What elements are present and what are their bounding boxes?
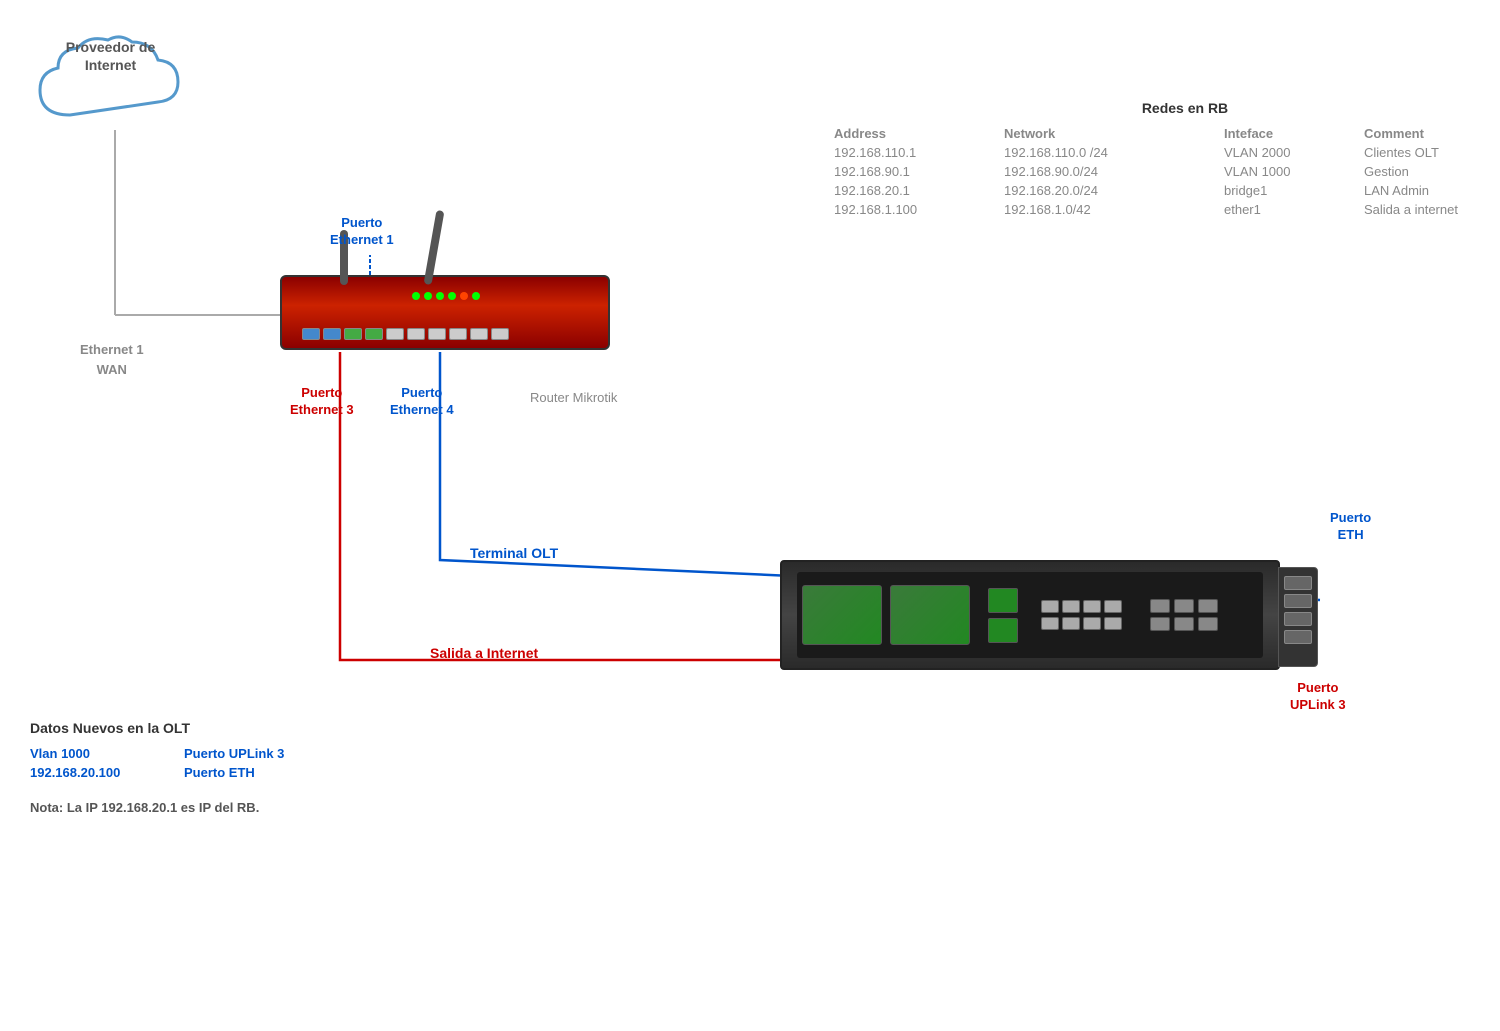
olt-right-port-4: [1284, 630, 1312, 644]
router-port-9: [470, 328, 488, 340]
puerto-uplink3-label: Puerto UPLink 3: [1290, 680, 1346, 714]
row4-interface: ether1: [1220, 200, 1360, 219]
nota-text: Nota: La IP 192.168.20.1 es IP del RB.: [30, 800, 259, 815]
datos-row1-col1: Vlan 1000: [30, 746, 180, 761]
router-leds: [412, 292, 480, 300]
olt-sfp-2: [988, 618, 1018, 643]
datos-row1-col2: Puerto UPLink 3: [184, 746, 384, 761]
cloud-text-line1: Proveedor de: [66, 39, 155, 55]
olt-device: [780, 560, 1280, 670]
terminal-olt-label: Terminal OLT: [470, 545, 558, 561]
datos-row-2: 192.168.20.100 Puerto ETH: [30, 765, 384, 780]
header-comment: Comment: [1360, 124, 1500, 143]
diagram-container: Proveedor de Internet Ethernet 1 WAN: [0, 0, 1500, 1031]
router-port-7: [428, 328, 446, 340]
datos-nuevos-section: Datos Nuevos en la OLT Vlan 1000 Puerto …: [30, 720, 384, 784]
olt-sfp-1: [988, 588, 1018, 613]
header-network: Network: [1000, 124, 1220, 143]
router-port-8: [449, 328, 467, 340]
row2-comment: Gestion: [1360, 162, 1500, 181]
olt-port-row-2: [1041, 617, 1122, 630]
row3-address: 192.168.20.1: [830, 181, 1000, 200]
row1-interface: VLAN 2000: [1220, 143, 1360, 162]
row4-network: 192.168.1.0/42: [1000, 200, 1220, 219]
row3-network: 192.168.20.0/24: [1000, 181, 1220, 200]
router-led-6: [472, 292, 480, 300]
olt-port-row-1: [1041, 600, 1122, 613]
router-port-3: [344, 328, 362, 340]
router-port-10: [491, 328, 509, 340]
datos-row2-col2: Puerto ETH: [184, 765, 384, 780]
header-address: Address: [830, 124, 1000, 143]
puerto-eth3-label: Puerto Ethernet 3: [290, 385, 354, 419]
router-port-5: [386, 328, 404, 340]
olt-sfp-section: [988, 588, 1018, 643]
router-led-4: [448, 292, 456, 300]
olt-eth-ports: [1150, 599, 1218, 631]
router-led-2: [424, 292, 432, 300]
olt-right-port-1: [1284, 576, 1312, 590]
redes-rb-table: Address Network Inteface Comment 192.168…: [830, 124, 1500, 219]
olt-right-port-3: [1284, 612, 1312, 626]
wan-text: WAN: [80, 360, 144, 380]
row2-network: 192.168.90.0/24: [1000, 162, 1220, 181]
cloud-label: Proveedor de Internet: [38, 38, 183, 74]
router-ports: [302, 328, 598, 340]
router-port-2: [323, 328, 341, 340]
router-led-3: [436, 292, 444, 300]
router-led-5: [460, 292, 468, 300]
row2-interface: VLAN 1000: [1220, 162, 1360, 181]
router-device: [280, 275, 610, 350]
puerto-eth4-label: Puerto Ethernet 4: [390, 385, 454, 419]
router-label: Router Mikrotik: [530, 390, 617, 405]
cloud-text-line2: Internet: [85, 57, 136, 73]
olt-module-1: [802, 585, 882, 645]
redes-rb-title: Redes en RB: [830, 100, 1500, 116]
olt-inner: [797, 572, 1263, 658]
ethernet1-wan-label: Ethernet 1 WAN: [80, 340, 144, 379]
router-port-6: [407, 328, 425, 340]
ethernet1-text: Ethernet 1: [80, 340, 144, 360]
row3-interface: bridge1: [1220, 181, 1360, 200]
datos-row2-col1: 192.168.20.100: [30, 765, 180, 780]
row1-address: 192.168.110.1: [830, 143, 1000, 162]
router-port-4: [365, 328, 383, 340]
row3-comment: LAN Admin: [1360, 181, 1500, 200]
olt-right-port-2: [1284, 594, 1312, 608]
salida-internet-label: Salida a Internet: [430, 645, 538, 661]
row2-address: 192.168.90.1: [830, 162, 1000, 181]
puerto-eth-olt-label: Puerto ETH: [1330, 510, 1371, 544]
row4-address: 192.168.1.100: [830, 200, 1000, 219]
row1-comment: Clientes OLT: [1360, 143, 1500, 162]
datos-row-1: Vlan 1000 Puerto UPLink 3: [30, 746, 384, 761]
olt-module-2: [890, 585, 970, 645]
router-antenna-right: [424, 210, 445, 285]
row4-comment: Salida a internet: [1360, 200, 1500, 219]
olt-right-panel: [1278, 567, 1318, 667]
datos-nuevos-title: Datos Nuevos en la OLT: [30, 720, 384, 736]
olt-ports-section: [1041, 600, 1122, 630]
redes-rb-section: Redes en RB Address Network Inteface Com…: [830, 100, 1500, 219]
router-port-1: [302, 328, 320, 340]
puerto-eth1-label: Puerto Ethernet 1: [330, 215, 394, 249]
router-led-1: [412, 292, 420, 300]
row1-network: 192.168.110.0 /24: [1000, 143, 1220, 162]
header-interface: Inteface: [1220, 124, 1360, 143]
